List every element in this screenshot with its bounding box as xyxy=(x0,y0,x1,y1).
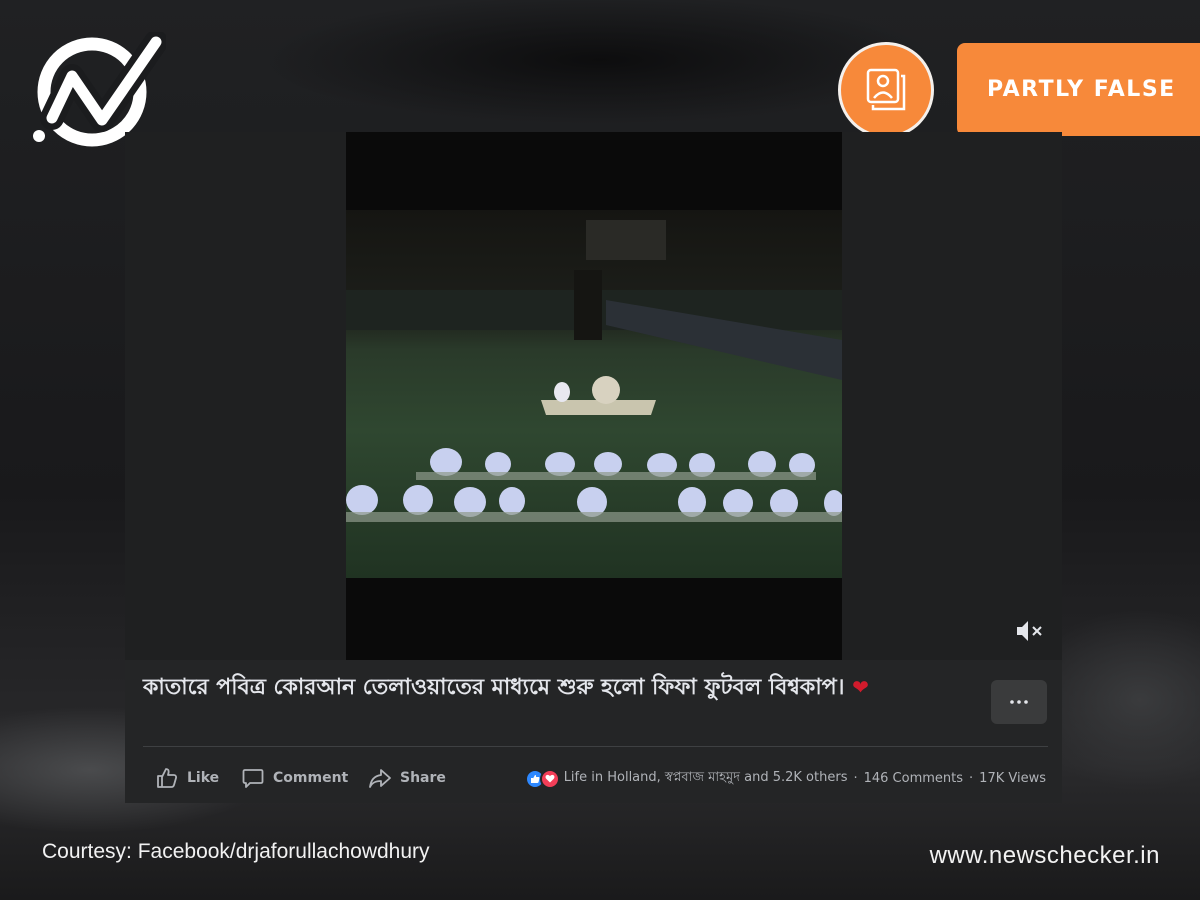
like-label: Like xyxy=(187,770,220,786)
reactions-summary[interactable]: Life in Holland, স্বপ্নবাজ মাহমুদ and 5.… xyxy=(564,768,848,789)
video-frame[interactable] xyxy=(346,132,842,660)
stats-separator: · xyxy=(969,771,974,786)
share-label: Share xyxy=(400,770,446,786)
photo-frame-icon xyxy=(866,68,906,111)
video-player[interactable] xyxy=(125,132,1062,660)
heart-emoji: ❤ xyxy=(852,675,869,699)
rating-badge: PARTLY FALSE xyxy=(957,43,1200,136)
stadium-scene-image xyxy=(346,220,842,522)
more-options-button[interactable] xyxy=(991,680,1047,724)
stats-separator: · xyxy=(853,771,858,786)
share-arrow-icon xyxy=(369,769,391,788)
divider xyxy=(143,746,1048,747)
engagement-stats: Life in Holland, স্বপ্নবাজ মাহমুদ and 5.… xyxy=(524,768,1046,789)
mute-icon[interactable] xyxy=(1015,618,1045,644)
courtesy-credit: Courtesy: Facebook/drjaforullachowdhury xyxy=(42,840,430,863)
comment-icon xyxy=(242,769,264,788)
facebook-post-card: কাতারে পবিত্র কোরআন তেলাওয়াতের মাধ্যমে … xyxy=(125,132,1062,803)
thumbs-up-icon xyxy=(157,768,178,788)
comments-count[interactable]: 146 Comments xyxy=(864,771,963,786)
share-button[interactable]: Share xyxy=(368,766,446,790)
comment-button[interactable]: Comment xyxy=(241,766,348,790)
video-thumbnail xyxy=(346,210,842,578)
caption-text: কাতারে পবিত্র কোরআন তেলাওয়াতের মাধ্যমে … xyxy=(143,675,845,700)
more-dots-icon xyxy=(1010,700,1028,704)
like-button[interactable]: Like xyxy=(155,766,219,790)
love-reaction-icon xyxy=(539,768,560,789)
views-count: 17K Views xyxy=(979,771,1046,786)
post-caption: কাতারে পবিত্র কোরআন তেলাওয়াতের মাধ্যমে … xyxy=(143,672,943,703)
website-url: www.newschecker.in xyxy=(929,842,1160,869)
comment-label: Comment xyxy=(273,770,349,786)
rating-label: PARTLY FALSE xyxy=(987,77,1176,102)
rating-icon-badge xyxy=(838,42,934,138)
